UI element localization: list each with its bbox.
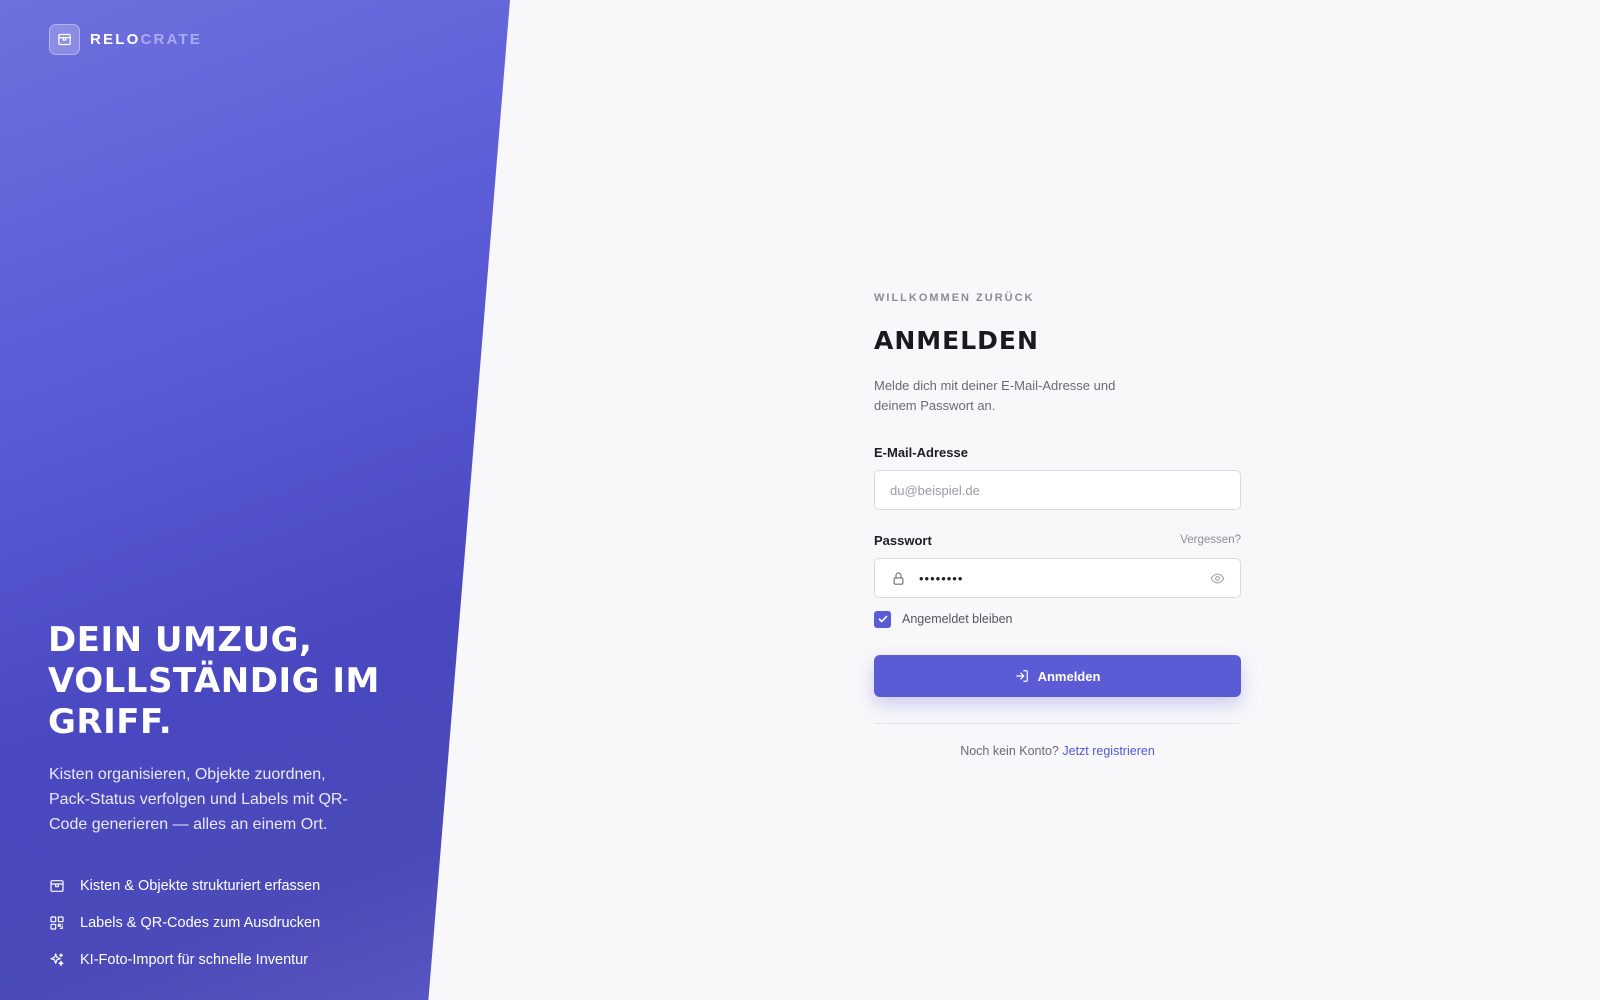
feature-item: Kisten & Objekte strukturiert erfassen [49, 875, 369, 897]
login-form: WILLKOMMEN ZURÜCK ANMELDEN Melde dich mi… [874, 292, 1241, 758]
register-prompt: Noch kein Konto? Jetzt registrieren [874, 744, 1241, 758]
hero-description: Kisten organisieren, Objekte zuordnen, P… [49, 766, 348, 833]
box-icon [49, 24, 80, 55]
sparkles-icon [50, 953, 64, 966]
feature-label: Labels & QR-Codes zum Ausdrucken [80, 915, 321, 931]
password-field-wrapper [874, 558, 1241, 598]
register-link[interactable]: Jetzt registrieren [1062, 744, 1154, 758]
login-button[interactable]: Anmelden [874, 655, 1241, 697]
feature-list: Kisten & Objekte strukturiert erfassen L… [49, 875, 369, 986]
login-subtitle: Melde dich mit deiner E-Mail-Adresse und… [874, 378, 1116, 413]
qr-code-icon [50, 916, 64, 930]
email-label: E-Mail-Adresse [874, 444, 968, 460]
login-icon [1015, 670, 1028, 682]
divider [874, 723, 1241, 724]
password-label: Passwort [874, 532, 932, 548]
box-icon [50, 880, 64, 892]
welcome-eyebrow: WILLKOMMEN ZURÜCK [874, 292, 1035, 304]
password-label-row: Passwort Vergessen? [874, 532, 1241, 548]
forgot-password-link[interactable]: Vergessen? [1180, 534, 1241, 546]
remember-checkbox[interactable] [874, 610, 891, 628]
hero-panel: RELOCRATE Dein Umzug, vollständig im Gri… [0, 0, 510, 1000]
brand-name: RELOCRATE [90, 31, 203, 48]
remember-label: Angemeldet bleiben [902, 612, 1013, 626]
password-field[interactable] [875, 559, 1240, 597]
eye-icon[interactable] [1209, 571, 1226, 586]
feature-label: Kisten & Objekte strukturiert erfassen [80, 878, 321, 894]
page-title: ANMELDEN [874, 326, 1039, 355]
register-prompt-text: Noch kein Konto? [960, 744, 1059, 758]
email-field[interactable] [875, 471, 1240, 509]
email-label-row: E-Mail-Adresse [874, 444, 1241, 460]
login-button-label: Anmelden [1037, 668, 1101, 684]
brand-logo[interactable]: RELOCRATE [49, 24, 202, 55]
feature-item: KI-Foto-Import für schnelle Inventur [49, 949, 369, 971]
check-icon [878, 615, 887, 623]
hero-title: Dein Umzug, vollständig im Griff. [48, 620, 380, 742]
email-field-wrapper [874, 470, 1241, 510]
feature-item: Labels & QR-Codes zum Ausdrucken [49, 912, 369, 934]
feature-label: KI-Foto-Import für schnelle Inventur [80, 952, 309, 968]
remember-me[interactable]: Angemeldet bleiben [874, 610, 1241, 628]
